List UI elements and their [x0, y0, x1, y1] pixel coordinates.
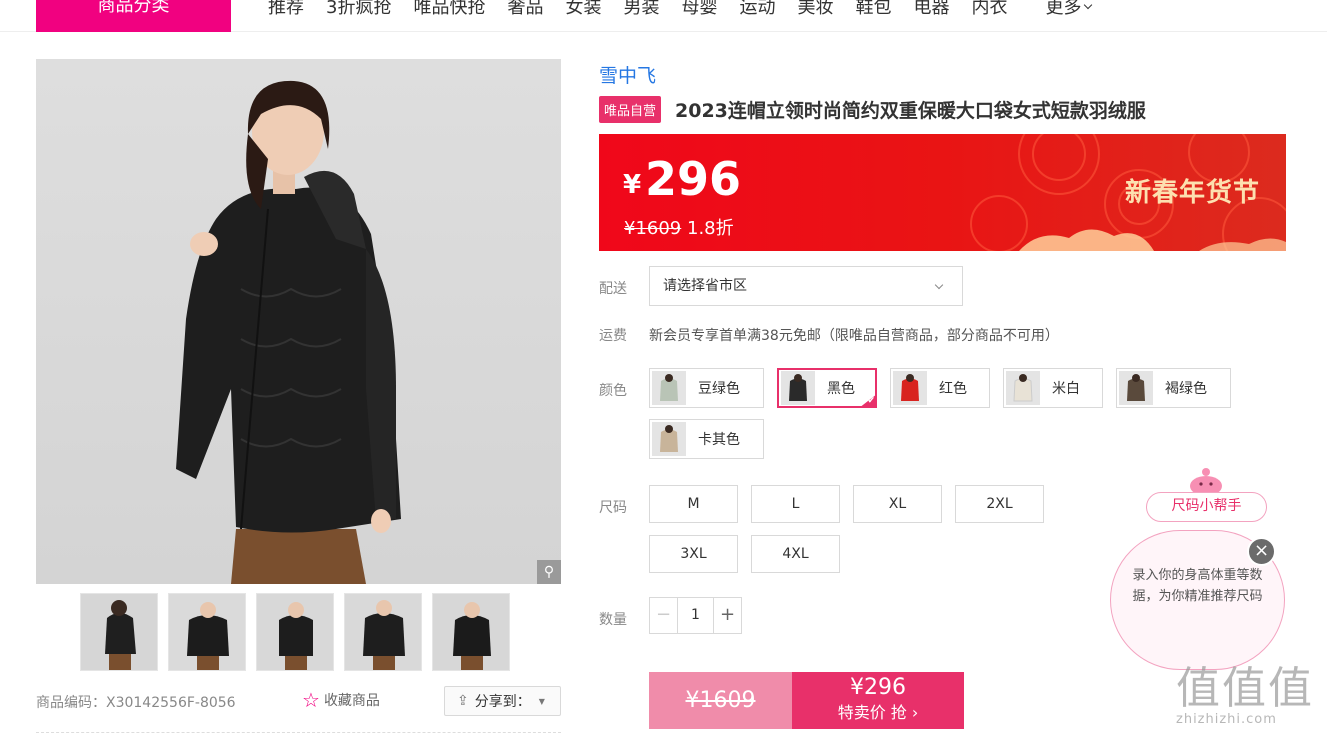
watermark-logo: 值值值 [1176, 663, 1314, 714]
nav-item-sports[interactable]: 运动 [739, 0, 775, 19]
price-banner: ¥ 296 ¥1609 1.8折 新春年货节 [599, 134, 1286, 251]
chevron-down-icon [1084, 0, 1093, 10]
size-label: 尺码 [599, 500, 627, 516]
nav-item-baby[interactable]: 母婴 [681, 0, 717, 19]
shipping-label: 运费 [599, 328, 627, 344]
size-option-2xl[interactable]: 2XL [955, 485, 1044, 523]
color-swatch [652, 422, 686, 456]
thumbnail-strip [80, 593, 520, 671]
size-option-3xl[interactable]: 3XL [649, 535, 738, 573]
favorite-button[interactable]: ☆ 收藏商品 [302, 690, 380, 710]
magnifier-icon[interactable]: ⚲ [537, 560, 561, 584]
quantity-value[interactable]: 1 [678, 598, 713, 633]
nav-item-women[interactable]: 女装 [565, 0, 601, 19]
nav-item-recommend[interactable]: 推荐 [268, 0, 304, 19]
original-price-row: ¥1609 1.8折 [624, 214, 734, 240]
main-product-image[interactable]: ⚲ [36, 59, 561, 584]
current-price: 296 [645, 152, 742, 206]
divider [36, 732, 561, 733]
sku-code: 商品编码：X30142556F-8056 [36, 695, 236, 711]
color-option-label: 豆绿色 [698, 381, 740, 397]
favorite-label: 收藏商品 [323, 693, 380, 709]
region-select[interactable]: 请选择省市区 [649, 266, 963, 306]
quantity-label: 数量 [599, 612, 627, 628]
color-swatch [652, 371, 686, 405]
thumbnail-3[interactable] [256, 593, 334, 671]
buy-bar: ¥1609 ¥296 特卖价 抢 › [649, 672, 964, 729]
color-option-brown-green[interactable]: 褐绿色 [1116, 368, 1231, 408]
nav-item-quick-buy[interactable]: 唯品快抢 [413, 0, 485, 19]
model-illustration [176, 80, 401, 584]
color-swatch [1119, 371, 1153, 405]
color-option-off-white[interactable]: 米白 [1003, 368, 1103, 408]
mascot-icon [1190, 468, 1222, 494]
color-option-label: 米白 [1052, 381, 1080, 397]
original-price: ¥1609 [624, 218, 682, 239]
color-option-bean-green[interactable]: 豆绿色 [649, 368, 764, 408]
nav-item-flash-30[interactable]: 3折疯抢 [326, 0, 391, 19]
color-option-khaki[interactable]: 卡其色 [649, 419, 764, 459]
nav-item-luxury[interactable]: 奢品 [507, 0, 543, 19]
discount-rate: 1.8折 [687, 218, 734, 239]
color-option-label: 黑色 [827, 381, 855, 397]
color-option-label: 褐绿色 [1165, 381, 1207, 397]
site-watermark: 值值值 zhizhizhi.com [1176, 663, 1314, 728]
color-option-red[interactable]: 红色 [890, 368, 990, 408]
color-swatch [1006, 371, 1040, 405]
price-currency: ¥ [623, 170, 642, 200]
brand-link[interactable]: 雪中飞 [599, 61, 656, 88]
quantity-stepper: − 1 + [649, 597, 742, 634]
top-navigation: 商品分类 推荐 3折疯抢 唯品快抢 奢品 女装 男装 母婴 运动 美妆 鞋包 电… [0, 0, 1327, 32]
share-button[interactable]: ⇪ 分享到： ▼ [444, 686, 561, 716]
nav-more-label: 更多 [1045, 0, 1082, 18]
nav-item-men[interactable]: 男装 [623, 0, 659, 19]
thumbnail-1[interactable] [80, 593, 158, 671]
quantity-minus-button[interactable]: − [650, 598, 678, 633]
share-icon: ⇪ [457, 693, 469, 709]
title-row: 唯品自营 2023连帽立领时尚简约双重保暖大口袋女式短款羽绒服 [599, 96, 1146, 123]
thumbnail-2[interactable] [168, 593, 246, 671]
nav-links: 推荐 3折疯抢 唯品快抢 奢品 女装 男装 母婴 运动 美妆 鞋包 电器 内衣 … [268, 0, 1093, 24]
chevron-down-icon [934, 280, 944, 290]
size-option-xl[interactable]: XL [853, 485, 942, 523]
color-swatch [781, 371, 815, 405]
size-option-l[interactable]: L [751, 485, 840, 523]
buy-original-price: ¥1609 [649, 672, 792, 729]
product-meta-row: 商品编码：X30142556F-8056 ☆ 收藏商品 ⇪ 分享到： ▼ [36, 686, 561, 716]
star-icon: ☆ [302, 688, 320, 712]
size-helper-tag[interactable]: 尺码小帮手 [1146, 492, 1267, 522]
color-option-black[interactable]: 黑色 ✔ [777, 368, 877, 408]
buy-now-label: 特卖价 抢 › [837, 703, 919, 722]
nav-item-appliances[interactable]: 电器 [913, 0, 949, 19]
festival-label: 新春年货节 [1124, 178, 1260, 208]
nav-item-underwear[interactable]: 内衣 [971, 0, 1007, 19]
nav-more[interactable]: 更多 [1045, 0, 1093, 19]
size-option-4xl[interactable]: 4XL [751, 535, 840, 573]
buy-original-price-value: ¥1609 [685, 688, 756, 713]
delivery-label: 配送 [599, 281, 627, 297]
watermark-url: zhizhizhi.com [1176, 712, 1277, 727]
quantity-plus-button[interactable]: + [713, 598, 741, 633]
category-button[interactable]: 商品分类 [36, 0, 231, 32]
color-option-label: 红色 [939, 381, 967, 397]
close-icon[interactable]: × [1247, 537, 1276, 566]
region-select-value: 请选择省市区 [663, 278, 747, 294]
buy-now-price: ¥296 [850, 675, 906, 700]
shipping-text: 新会员专享首单满38元免邮（限唯品自营商品，部分商品不可用） [649, 328, 1059, 344]
size-option-m[interactable]: M [649, 485, 738, 523]
thumbnail-5[interactable] [432, 593, 510, 671]
nav-item-beauty[interactable]: 美妆 [797, 0, 833, 19]
color-swatch [893, 371, 927, 405]
self-operated-badge: 唯品自营 [599, 96, 662, 123]
share-label: 分享到： [474, 694, 531, 710]
product-title: 2023连帽立领时尚简约双重保暖大口袋女式短款羽绒服 [675, 100, 1146, 122]
color-label: 颜色 [599, 383, 627, 399]
buy-now-button[interactable]: ¥296 特卖价 抢 › [792, 672, 964, 729]
thumbnail-4[interactable] [344, 593, 422, 671]
caret-down-icon: ▼ [538, 696, 545, 706]
color-option-label: 卡其色 [698, 432, 740, 448]
checkmark-icon: ✔ [859, 394, 877, 408]
nav-item-shoes-bags[interactable]: 鞋包 [855, 0, 891, 19]
